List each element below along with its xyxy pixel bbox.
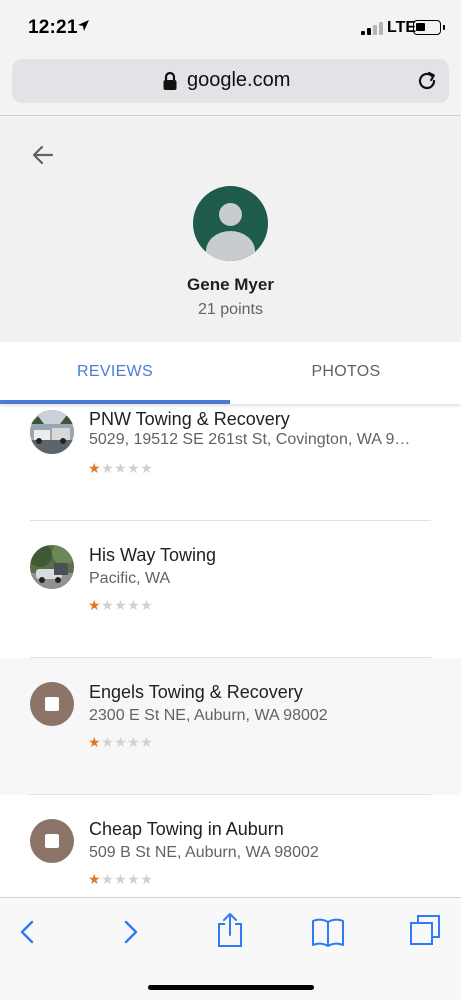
tab-bar: REVIEWS PHOTOS: [0, 342, 461, 404]
share-icon[interactable]: [214, 911, 246, 949]
star-filled: ★: [88, 460, 102, 476]
star-rating: ★★★★★: [88, 871, 153, 888]
star-rating: ★★★★★: [88, 597, 153, 614]
star-filled: ★: [88, 871, 102, 887]
lock-icon: [163, 71, 177, 90]
carrier-label: LTE: [387, 19, 417, 36]
place-name: Cheap Towing in Auburn: [89, 819, 284, 839]
home-indicator: [148, 985, 314, 990]
forward-icon[interactable]: [116, 915, 144, 949]
reload-icon[interactable]: [416, 70, 438, 92]
store-icon: [30, 819, 74, 863]
place-address: 509 B St NE, Auburn, WA 98002: [89, 844, 319, 861]
review-list[interactable]: PNW Towing & Recovery 5029, 19512 SE 261…: [0, 404, 461, 897]
star-empty: ★★★★: [101, 460, 154, 476]
star-empty: ★★★★: [101, 871, 154, 887]
bookmarks-icon[interactable]: [310, 915, 346, 949]
back-arrow-icon[interactable]: [30, 142, 56, 168]
star-empty: ★★★★: [101, 597, 154, 613]
battery-icon: [413, 20, 445, 35]
place-photo: [30, 410, 74, 454]
list-item[interactable]: His Way Towing Pacific, WA ★★★★★: [0, 521, 461, 658]
avatar: [193, 186, 268, 261]
location-arrow-icon: [78, 20, 89, 31]
star-filled: ★: [88, 734, 102, 750]
status-time: 12:21: [28, 17, 78, 38]
star-empty: ★★★★: [101, 734, 154, 750]
address-bar[interactable]: google.com: [12, 59, 449, 103]
place-name: Engels Towing & Recovery: [89, 682, 303, 702]
star-rating: ★★★★★: [88, 460, 153, 477]
profile-points: 21 points: [198, 301, 263, 318]
tabs-icon[interactable]: [408, 913, 442, 947]
url-text: google.com: [187, 69, 291, 91]
place-photo: [30, 545, 74, 589]
tab-photos[interactable]: PHOTOS: [231, 342, 461, 402]
place-name: His Way Towing: [89, 545, 217, 565]
back-icon[interactable]: [14, 915, 42, 949]
list-item[interactable]: Engels Towing & Recovery 2300 E St NE, A…: [0, 658, 461, 795]
list-item[interactable]: Cheap Towing in Auburn 509 B St NE, Aubu…: [0, 795, 461, 897]
place-name: PNW Towing & Recovery: [89, 409, 290, 429]
list-item[interactable]: PNW Towing & Recovery 5029, 19512 SE 261…: [0, 404, 461, 525]
tab-reviews[interactable]: REVIEWS: [0, 342, 230, 402]
place-address: Pacific, WA: [89, 570, 171, 587]
tab-indicator: [0, 400, 230, 404]
profile-name: Gene Myer: [187, 275, 274, 294]
star-filled: ★: [88, 597, 102, 613]
place-address: 5029, 19512 SE 261st St, Covington, WA 9…: [89, 431, 419, 448]
place-address: 2300 E St NE, Auburn, WA 98002: [89, 707, 328, 724]
status-bar: 12:21 LTE: [0, 0, 461, 52]
store-icon: [30, 682, 74, 726]
star-rating: ★★★★★: [88, 734, 153, 751]
signal-icon: [361, 22, 385, 35]
profile-header: Gene Myer 21 points: [0, 116, 461, 342]
